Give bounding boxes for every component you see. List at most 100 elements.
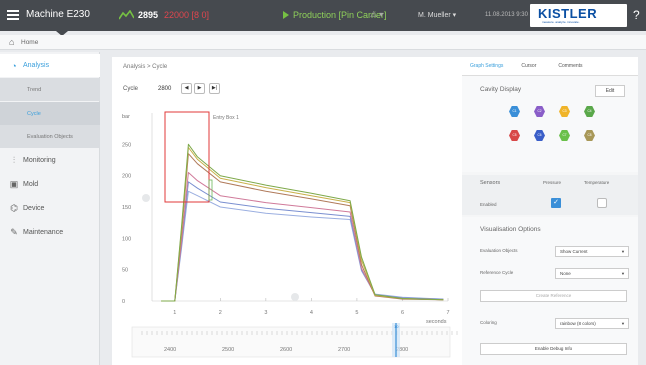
cycle-value[interactable]: 2800 — [158, 86, 171, 92]
sidebar-item-cycle[interactable]: Cycle — [0, 102, 100, 125]
evaluation-objects-select[interactable]: Show Current — [555, 246, 629, 257]
cavity-c3-icon[interactable]: C3 — [559, 106, 570, 117]
sidebar-item-device[interactable]: ⌬ Device — [0, 197, 100, 220]
visualisation-section: Visualisation Options Evaluation Objects… — [462, 217, 638, 365]
y-tick-label: 250 — [122, 142, 131, 148]
prev-cycle-button[interactable]: ◀ — [181, 83, 192, 94]
series-line — [161, 190, 444, 302]
evaluation-objects-label: Evaluation Objects — [480, 248, 518, 253]
breadcrumb: Analysis > Cycle — [123, 64, 168, 70]
cavity-c6-icon[interactable]: C6 — [534, 130, 545, 141]
sidebar-item-label: Monitoring — [23, 157, 56, 164]
sidebar-item-monitoring[interactable]: ⫶ Monitoring — [0, 149, 100, 172]
temperature-checkbox[interactable] — [597, 198, 607, 208]
pressure-chart[interactable]: bar seconds 0 50 100 150 200 250 1 2 3 4 5 6 7 Entry… — [112, 105, 462, 365]
top-bar: Machine E230 2895 22000 [8 0] Production… — [0, 0, 646, 31]
tab-cursor[interactable]: Cursor — [521, 63, 536, 69]
cavity-section: Cavity Display Edit C1 C2 C3 C4 C5 C6 C7 C8 — [462, 76, 638, 172]
scroll-marker-label: 10 — [394, 324, 399, 329]
cycle-count-detail: 22000 [8 0] — [164, 10, 210, 20]
reference-cycle-label: Reference Cycle — [480, 270, 514, 275]
coloring-select[interactable]: rainbow (8 colors) — [555, 318, 629, 329]
cycle-count: 2895 — [138, 10, 159, 20]
pressure-checkbox[interactable]: ✓ — [551, 198, 561, 208]
cavity-c2-icon[interactable]: C2 — [534, 106, 545, 117]
x-axis-label: seconds — [426, 319, 447, 325]
device-icon: ⌬ — [10, 203, 18, 213]
help-icon[interactable]: ? — [633, 8, 640, 22]
sensors-label: Sensors — [480, 180, 501, 186]
sidebar-item-label: Analysis — [23, 62, 50, 69]
logo-text: KISTLER — [538, 6, 598, 21]
last-cycle-button[interactable]: ▶| — [209, 83, 220, 94]
cavity-c5-icon[interactable]: C5 — [509, 130, 520, 141]
kistler-logo: KISTLER measure. analyze. innovate. — [530, 4, 627, 27]
x-tick-label: 2 — [219, 310, 222, 316]
home-icon[interactable]: ⌂ — [9, 37, 14, 47]
x-tick-label: 4 — [310, 310, 313, 316]
sidebar-item-mold[interactable]: ▣ Mold — [0, 173, 100, 196]
sidebar-item-maintenance[interactable]: ✎ Maintenance — [0, 221, 100, 244]
series-line — [161, 143, 444, 302]
y-tick-label: 50 — [122, 268, 128, 274]
edit-button[interactable]: Edit — [595, 85, 625, 97]
right-panel: Graph Settings Cursor Comments Cavity Di… — [462, 57, 638, 365]
series-line — [161, 181, 444, 302]
x-tick-label: 6 — [401, 310, 404, 316]
machine-name[interactable]: Machine E230 — [26, 9, 90, 20]
menu-icon[interactable] — [7, 10, 19, 20]
scroll-tick-label: 2600 — [280, 347, 292, 353]
play-icon — [283, 11, 289, 19]
enable-debug-button[interactable]: Enable Debug Info — [480, 343, 627, 355]
sidebar-item-analysis[interactable]: ◔ Analysis — [0, 54, 100, 77]
cavity-c4-icon[interactable]: C4 — [584, 106, 595, 117]
monitoring-icon: ⫶ — [12, 155, 16, 165]
y-tick-label: 100 — [122, 236, 131, 242]
enabled-label: Enabled — [480, 202, 497, 207]
tab-graph-settings[interactable]: Graph Settings — [470, 63, 503, 69]
logo-tagline: measure. analyze. innovate. — [542, 20, 580, 24]
maintenance-icon: ✎ — [10, 227, 18, 237]
sidebar-item-label: Device — [23, 205, 45, 212]
cycle-label: Cycle — [123, 86, 139, 92]
trend-icon — [119, 10, 134, 20]
sidebar: ◔ Analysis Trend Cycle Evaluation Object… — [0, 52, 100, 365]
warning-icon[interactable]: ⚠ ▾ — [370, 10, 383, 19]
create-reference-button[interactable]: Create Reference — [480, 290, 627, 302]
x-tick-label: 1 — [173, 310, 176, 316]
cavity-c8-icon[interactable]: C8 — [584, 130, 595, 141]
temperature-label: Temperature — [584, 180, 610, 185]
series-line — [161, 153, 444, 302]
visualisation-title: Visualisation Options — [480, 226, 541, 233]
mold-icon: ▣ — [9, 179, 19, 189]
cavity-c7-icon[interactable]: C7 — [559, 130, 570, 141]
sidebar-item-evaluation-objects[interactable]: Evaluation Objects — [0, 125, 100, 148]
left-handle-icon[interactable] — [142, 194, 150, 202]
x-tick-label: 7 — [447, 310, 450, 316]
home-bar: ⌂ Home — [0, 35, 646, 50]
y-tick-label: 200 — [122, 174, 131, 180]
sidebar-item-trend[interactable]: Trend — [0, 78, 100, 101]
scroll-tick-label: 2400 — [164, 347, 176, 353]
reference-cycle-select[interactable]: None — [555, 268, 629, 279]
scroll-tick-label: 2700 — [338, 347, 350, 353]
home-link[interactable]: Home — [21, 39, 38, 46]
scroll-tick-label: 2500 — [222, 347, 234, 353]
tab-comments[interactable]: Comments — [558, 63, 582, 69]
sidebar-item-label: Mold — [23, 181, 39, 188]
user-menu[interactable]: M. Mueller ▾ — [418, 11, 456, 19]
series-line — [161, 147, 444, 302]
cavity-c1-icon[interactable]: C1 — [509, 106, 520, 117]
next-cycle-button[interactable]: ▶ — [194, 83, 205, 94]
coloring-label: Coloring — [480, 320, 497, 325]
entry-box-label: Entry Box 1 — [213, 115, 239, 121]
y-tick-label: 0 — [122, 299, 125, 305]
tab-bar: Graph Settings Cursor Comments — [462, 57, 638, 76]
y-axis-label: bar — [122, 114, 130, 120]
sensors-section: Sensors Pressure Temperature Enabled ✓ — [462, 175, 638, 215]
x-tick-label: 5 — [355, 310, 358, 316]
cursor-handle-icon[interactable] — [291, 293, 299, 301]
y-tick-label: 150 — [122, 205, 131, 211]
pressure-label: Pressure — [543, 180, 562, 185]
sidebar-item-label: Maintenance — [23, 229, 64, 236]
